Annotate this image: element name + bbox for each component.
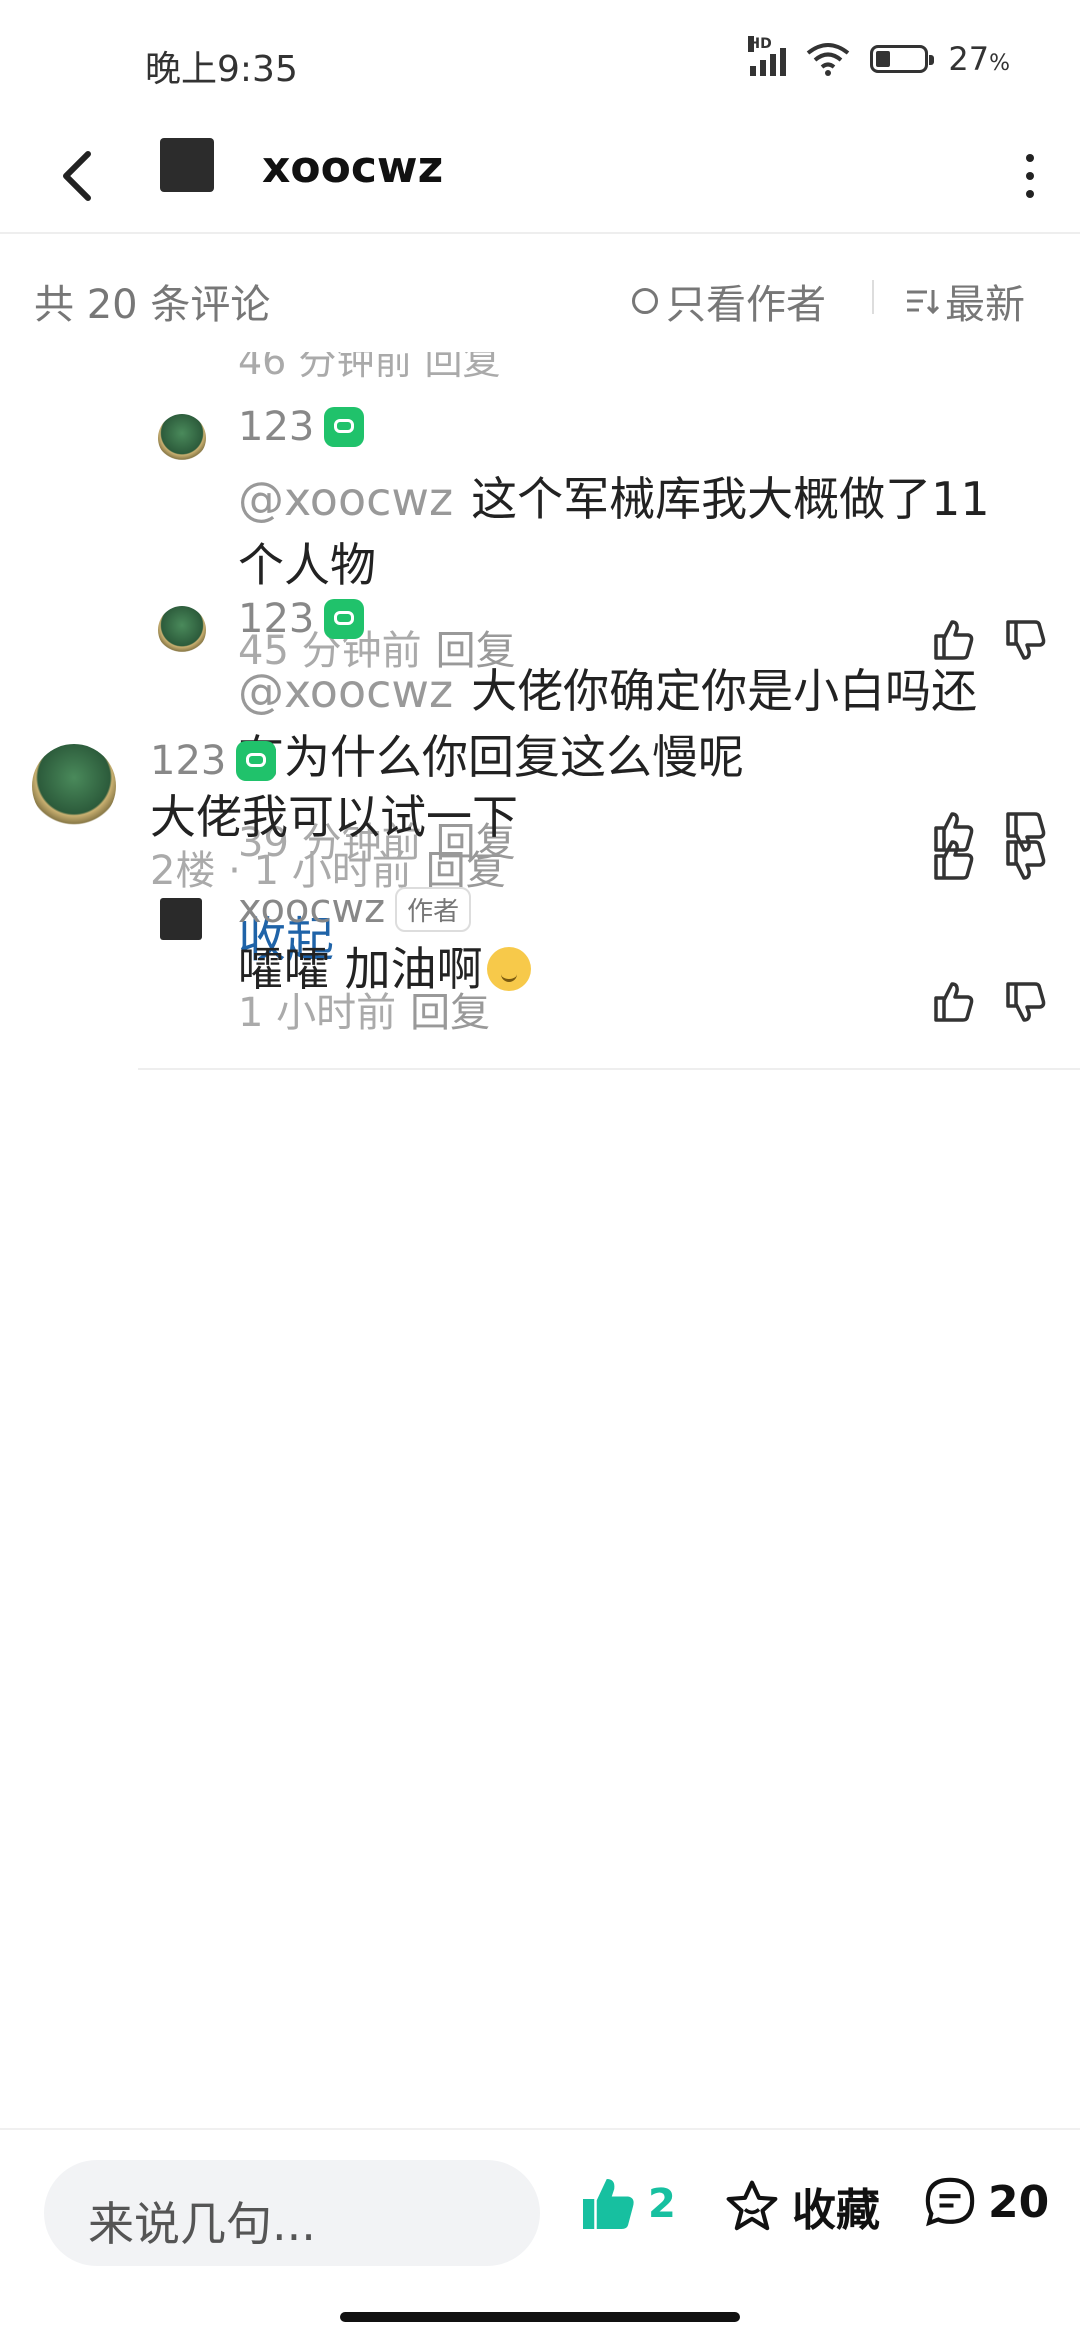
battery-level: 27% bbox=[948, 40, 1010, 78]
thumbs-up-icon[interactable] bbox=[930, 978, 978, 1026]
game-badge-icon bbox=[236, 741, 277, 781]
username[interactable]: xoocwz 作者 bbox=[238, 886, 472, 932]
comments-toolbar: 共 20 条评论 只看作者 最新 bbox=[0, 234, 1080, 352]
comment-meta: 1 小时前 回复 bbox=[238, 990, 491, 1036]
thumbs-up-icon[interactable] bbox=[930, 616, 978, 664]
back-arrow-icon bbox=[63, 151, 91, 201]
signal-icon: HD bbox=[748, 36, 787, 76]
comment-input[interactable]: 来说几句... bbox=[44, 2160, 540, 2266]
bottom-bar: 来说几句... 2 收藏 20 bbox=[0, 2128, 1080, 2342]
thumbs-down-icon[interactable] bbox=[1002, 836, 1050, 884]
divider bbox=[872, 280, 874, 314]
sort-button[interactable]: 最新 bbox=[905, 272, 1025, 330]
smile-emoji-icon bbox=[486, 947, 531, 991]
radio-circle-icon bbox=[632, 288, 658, 314]
collect-button[interactable]: 收藏 bbox=[724, 2174, 880, 2238]
vote-actions bbox=[930, 836, 1050, 892]
username[interactable]: 123 bbox=[238, 596, 365, 642]
game-badge-icon bbox=[324, 407, 365, 447]
thumbs-down-icon[interactable] bbox=[1002, 616, 1050, 664]
username[interactable]: 123 bbox=[150, 738, 277, 784]
like-button[interactable]: 2 bbox=[578, 2174, 676, 2234]
status-time: 晚上9:35 bbox=[145, 49, 298, 90]
divider bbox=[138, 1068, 1080, 1070]
battery-icon bbox=[870, 45, 935, 73]
comment-text: @xoocwz 大佬你确定你是小白吗还 有为什么你回复这么慢呢 bbox=[238, 664, 978, 784]
thumbs-up-icon[interactable] bbox=[930, 836, 978, 884]
author-tag: 作者 bbox=[395, 886, 472, 932]
back-button[interactable] bbox=[50, 146, 110, 206]
partial-meta: 46 分钟前 回复 bbox=[238, 352, 501, 383]
author-avatar[interactable] bbox=[160, 138, 214, 192]
comments-button[interactable]: 20 bbox=[922, 2174, 1049, 2230]
username[interactable]: 123 bbox=[238, 404, 365, 450]
comment-feed[interactable]: 46 分钟前 回复 123 @xoocwz 这个军械库我大概做了11 个人物 45 … bbox=[0, 352, 1080, 2127]
thumbs-up-filled-icon bbox=[583, 2179, 634, 2229]
more-options-button[interactable] bbox=[1020, 148, 1040, 204]
comment-count: 共 20 条评论 bbox=[34, 282, 271, 328]
vote-actions bbox=[930, 978, 1050, 1034]
only-author-toggle[interactable]: 只看作者 bbox=[632, 272, 826, 330]
avatar[interactable] bbox=[32, 744, 116, 828]
page-title[interactable]: xoocwz bbox=[262, 142, 443, 193]
comment-bubble-icon bbox=[925, 2177, 975, 2227]
avatar[interactable] bbox=[158, 606, 206, 654]
game-badge-icon bbox=[324, 599, 365, 639]
mention-link[interactable]: @xoocwz bbox=[238, 472, 453, 526]
comment-input-placeholder: 来说几句... bbox=[88, 2197, 316, 2251]
comment-text: @xoocwz 这个军械库我大概做了11 个人物 bbox=[238, 472, 990, 592]
thumbs-down-icon[interactable] bbox=[1002, 978, 1050, 1026]
sort-icon bbox=[907, 290, 939, 315]
mention-link[interactable]: @xoocwz bbox=[238, 664, 453, 718]
reply-button[interactable]: 回复 bbox=[410, 990, 490, 1036]
status-bar: 晚上9:35 HD 27% bbox=[0, 0, 1080, 120]
avatar[interactable] bbox=[158, 414, 206, 462]
home-indicator[interactable] bbox=[340, 2312, 740, 2322]
top-bar: xoocwz bbox=[0, 120, 1080, 234]
wifi-icon bbox=[807, 43, 850, 76]
avatar[interactable] bbox=[160, 898, 202, 940]
star-icon bbox=[726, 2180, 778, 2231]
